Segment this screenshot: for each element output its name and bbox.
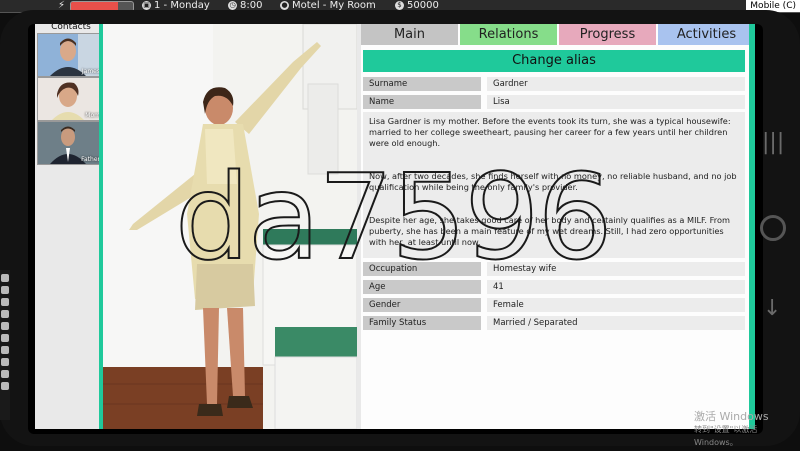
name-label: Name [363, 95, 481, 109]
tool-icon[interactable] [1, 310, 9, 318]
contact-mom[interactable]: Mom [37, 77, 103, 121]
phone-screen: Contacts James Mom Father Main Relations… [35, 24, 755, 429]
location-pin-icon: ● [280, 0, 289, 10]
gender-row: Gender Female [363, 298, 745, 312]
calendar-icon: ▣ [142, 0, 151, 10]
family-status-value: Married / Separated [487, 316, 745, 330]
surname-value: Gardner [487, 77, 745, 91]
bio-paragraph: Now, after two decades, she finds hersel… [369, 171, 737, 192]
tool-icon[interactable] [1, 322, 9, 330]
age-label: Age [363, 280, 481, 294]
tool-icon[interactable] [1, 274, 9, 282]
gender-value: Female [487, 298, 745, 312]
surname-row: Surname Gardner [363, 77, 745, 91]
age-row: Age 41 [363, 280, 745, 294]
profile-tabs: Main Relations Progress Activities [361, 24, 755, 45]
contact-james[interactable]: James [37, 33, 103, 77]
surname-label: Surname [363, 77, 481, 91]
gender-label: Gender [363, 298, 481, 312]
character-render [103, 24, 357, 429]
tool-icon[interactable] [1, 286, 9, 294]
tab-relations[interactable]: Relations [460, 24, 557, 45]
bio-paragraph: Lisa Gardner is my mother. Before the ev… [369, 116, 731, 148]
tool-icon[interactable] [1, 358, 9, 366]
tool-icon[interactable] [1, 346, 9, 354]
left-tool-strip [0, 270, 10, 420]
bio-paragraph: Despite her age, she takes good care of … [369, 215, 730, 247]
biography-text: Lisa Gardner is my mother. Before the ev… [363, 112, 745, 258]
dollar-icon: $ [395, 0, 404, 10]
back-arrow-icon[interactable]: ↓ [763, 296, 781, 321]
occupation-value: Homestay wife [487, 262, 745, 276]
family-status-row: Family Status Married / Separated [363, 316, 745, 330]
tool-icon[interactable] [1, 334, 9, 342]
contacts-panel: Contacts James Mom Father [35, 24, 103, 429]
tab-activities[interactable]: Activities [658, 24, 755, 45]
contact-name: James [81, 68, 100, 75]
menu-button-icon[interactable]: ||| [762, 130, 784, 155]
home-button-icon[interactable] [760, 215, 786, 241]
contacts-title: Contacts [51, 24, 91, 32]
contact-name: Father [81, 156, 100, 163]
name-value: Lisa [487, 95, 745, 109]
activation-subtitle: 转到"设置"以激活 Windows。 [694, 425, 758, 447]
occupation-label: Occupation [363, 262, 481, 276]
age-value: 41 [487, 280, 745, 294]
right-accent-strip [749, 24, 755, 429]
occupation-row: Occupation Homestay wife [363, 262, 745, 276]
tool-icon[interactable] [1, 370, 9, 378]
family-status-label: Family Status [363, 316, 481, 330]
windows-activation-notice: 激活 Windows 转到"设置"以激活 Windows。 [694, 410, 800, 449]
contact-father[interactable]: Father [37, 121, 103, 165]
clock-icon: ◷ [228, 0, 237, 10]
tool-icon[interactable] [1, 382, 9, 390]
name-row: Name Lisa [363, 95, 745, 109]
tab-main[interactable]: Main [361, 24, 458, 45]
activation-title: 激活 Windows [694, 410, 769, 423]
change-alias-button[interactable]: Change alias [363, 50, 745, 72]
contact-name: Mom [85, 112, 100, 119]
tab-progress[interactable]: Progress [559, 24, 656, 45]
tool-icon[interactable] [1, 298, 9, 306]
profile-panel: Main Relations Progress Activities Chang… [361, 24, 755, 429]
character-portrait [103, 24, 357, 429]
